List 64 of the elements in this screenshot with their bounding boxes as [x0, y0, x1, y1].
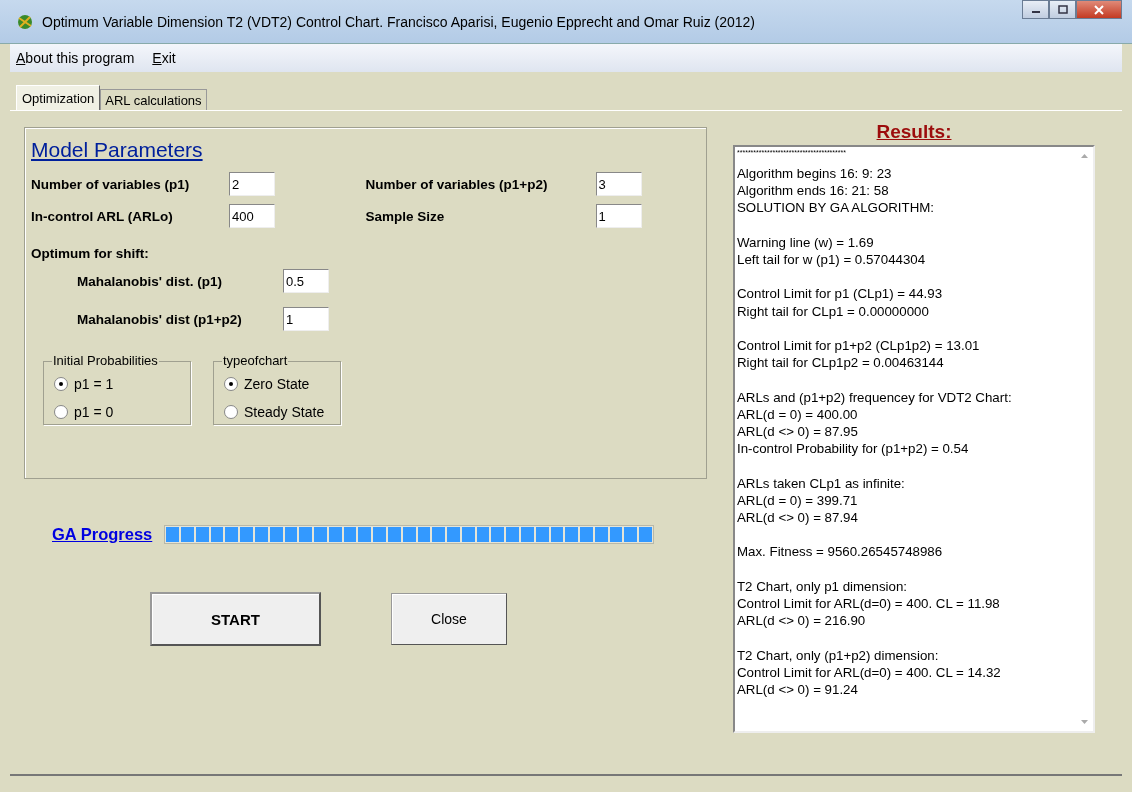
radio-label[interactable]: p1 = 1 — [74, 376, 114, 392]
result-line: ARL(d <> 0) = 87.94 — [737, 509, 858, 527]
result-line: Right tail for CLp1 = 0.00000000 — [737, 302, 929, 320]
result-line: ARL(d = 0) = 400.00 — [737, 405, 858, 423]
close-button[interactable]: Close — [391, 593, 507, 645]
field-label: Sample Size — [365, 208, 446, 224]
maximize-icon — [1057, 5, 1068, 14]
start-button[interactable]: START — [150, 592, 321, 646]
tab[interactable]: ARL calculations — [100, 89, 207, 110]
radio-button[interactable] — [54, 377, 68, 391]
radio-button[interactable] — [224, 405, 238, 419]
result-line: Max. Fitness = 9560.26545748986 — [737, 543, 943, 561]
close-icon — [1093, 4, 1105, 15]
input-field[interactable]: 3 — [595, 172, 642, 196]
result-line: Control Limit for ARL(d=0) = 400. CL = 14.32 — [737, 663, 1001, 681]
result-line: T2 Chart, only (p1+p2) dimension: — [737, 646, 939, 664]
app-icon — [16, 12, 34, 31]
result-line: ARLs taken CLp1 as infinite: — [737, 474, 905, 492]
result-line: ARLs and (p1+p2) frequencey for VDT2 Chart: — [737, 388, 1012, 406]
result-line: Algorithm begins 16: 9: 23 — [737, 165, 892, 183]
result-line: Warning line (w) = 1.69 — [737, 233, 874, 251]
field-label: In-control ARL (ARLo) — [31, 208, 174, 224]
result-line: Control Limit for p1+p2 (CLp1p2) = 13.01 — [737, 337, 980, 355]
close-button[interactable] — [1076, 0, 1122, 19]
tab[interactable]: Optimization — [16, 85, 101, 110]
input-field[interactable]: 0.5 — [283, 269, 329, 293]
results-title: Results: — [876, 121, 952, 143]
radio-button[interactable] — [54, 405, 68, 419]
field-label: Number of variables (p1+p2) — [365, 176, 549, 192]
input-field[interactable]: 1 — [595, 204, 642, 228]
menu-item[interactable]: About this program — [16, 50, 135, 66]
radio-label[interactable]: Zero State — [244, 376, 310, 392]
field-label: Mahalanobis' dist (p1+p2) — [77, 311, 243, 327]
result-line: ARL(d <> 0) = 91.24 — [737, 680, 858, 699]
group-legend: Initial Probabilities — [52, 353, 159, 368]
field-label: Mahalanobis' dist. (p1) — [77, 273, 223, 289]
input-field[interactable]: 400 — [229, 204, 275, 228]
result-line: T2 Chart, only p1 dimension: — [737, 577, 907, 595]
result-line: ARL(d <> 0) = 216.90 — [737, 612, 866, 630]
result-line: Right tail for CLp1p2 = 0.00463144 — [737, 354, 944, 372]
result-line: Algorithm ends 16: 21: 58 — [737, 182, 889, 200]
result-line: Left tail for w (p1) = 0.57044304 — [737, 251, 926, 269]
input-field[interactable]: 1 — [283, 307, 329, 331]
result-line: ARL(d <> 0) = 87.95 — [737, 423, 858, 441]
radio-label[interactable]: Steady State — [244, 404, 325, 420]
result-line: SOLUTION BY GA ALGORITHM: — [737, 199, 935, 217]
subsection-label: Optimum for shift: — [31, 246, 149, 261]
result-line: Control Limit for ARL(d=0) = 400. CL = 11.98 — [737, 594, 1000, 613]
scroll-down-icon[interactable] — [1080, 719, 1089, 725]
section-title: Model Parameters — [31, 138, 203, 162]
window-title: Optimum Variable Dimension T2 (VDT2) Control Chart. Francisco Aparisi, Eugenio Epprecht and Omar Ruiz (2012) — [42, 13, 756, 30]
result-line: ARL(d = 0) = 399.71 — [737, 491, 858, 509]
progress-label[interactable]: GA Progress — [52, 525, 153, 544]
field-label: Number of variables (p1) — [31, 176, 191, 192]
radio-label[interactable]: p1 = 0 — [74, 404, 114, 420]
scroll-up-icon[interactable] — [1080, 153, 1089, 159]
group-legend: typeofchart — [222, 353, 289, 368]
result-line: Control Limit for p1 (CLp1) = 44.93 — [737, 285, 943, 303]
input-field[interactable]: 2 — [229, 172, 275, 196]
menu-item[interactable]: Exit — [152, 50, 176, 66]
radio-button[interactable] — [224, 377, 238, 391]
result-line: In-control Probability for (p1+p2) = 0.54 — [737, 440, 969, 458]
maximize-button[interactable] — [1049, 0, 1076, 19]
minimize-button[interactable] — [1022, 0, 1049, 19]
